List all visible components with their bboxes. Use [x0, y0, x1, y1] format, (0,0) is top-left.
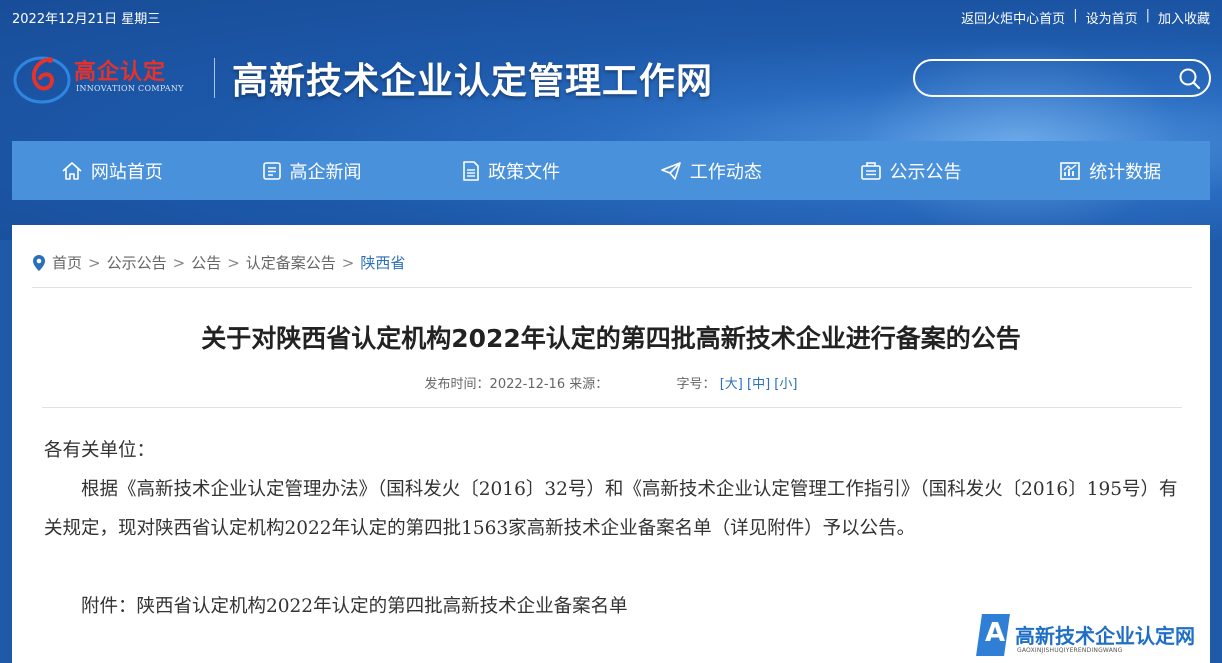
chart-icon [1060, 161, 1080, 180]
nav-work-updates[interactable]: 工作动态 [611, 141, 811, 200]
breadcrumb-separator: > [341, 253, 355, 272]
link-set-homepage[interactable]: 设为首页 [1086, 8, 1138, 27]
watermark-letter: A [985, 618, 1006, 648]
breadcrumb-filing-notice[interactable]: 认定备案公告 [246, 252, 336, 273]
watermark-text: 高新技术企业认定网 [1015, 624, 1195, 648]
top-links: 返回火炬中心首页 | 设为首页 | 加入收藏 [961, 8, 1210, 27]
logo-subtext: INNOVATION COMPANY [76, 84, 184, 93]
separator: | [1073, 8, 1078, 23]
breadcrumb-separator: > [172, 253, 186, 272]
article-body: 各有关单位： 根据《高新技术企业认定管理办法》（国科发火〔2016〕32号）和《… [44, 431, 1184, 626]
publish-label: 发布时间： [424, 377, 490, 392]
search-input[interactable] [931, 67, 1175, 91]
watermark-logo: A 高新技术企业认定网 GAOXINJISHUQIYERENDINGWANG [975, 610, 1220, 662]
body-paragraph: 根据《高新技术企业认定管理办法》（国科发火〔2016〕32号）和《高新技术企业认… [44, 479, 1178, 539]
nav-policy[interactable]: 政策文件 [411, 141, 611, 200]
news-icon [262, 161, 281, 180]
nav-label: 工作动态 [689, 161, 762, 183]
font-size-medium[interactable]: [中] [747, 377, 770, 392]
paper-plane-icon [661, 161, 681, 180]
divider [42, 407, 1182, 408]
publish-date: 2022-12-16 [489, 377, 566, 392]
site-logo[interactable]: 高企认定 INNOVATION COMPANY [12, 50, 212, 106]
breadcrumb-home[interactable]: 首页 [52, 252, 82, 273]
watermark-subtext: GAOXINJISHUQIYERENDINGWANG [1017, 647, 1123, 654]
article-title: 关于对陕西省认定机构2022年认定的第四批高新技术企业进行备案的公告 [201, 324, 1021, 353]
home-icon [62, 161, 82, 180]
font-size-small[interactable]: [小] [774, 377, 797, 392]
current-date: 2022年12月21日 星期三 [12, 12, 161, 27]
source-label: 来源： [569, 377, 609, 392]
site-title: 高新技术企业认定管理工作网 [232, 60, 714, 102]
nav-news[interactable]: 高企新闻 [212, 141, 412, 200]
fontsize-label: 字号： [676, 377, 716, 392]
logo-emblem-icon [13, 56, 71, 104]
top-bar: 2022年12月21日 星期三 返回火炬中心首页 | 设为首页 | 加入收藏 [0, 0, 1222, 32]
document-icon [463, 160, 479, 181]
breadcrumb-announcements[interactable]: 公示公告 [107, 252, 167, 273]
header-banner: 2022年12月21日 星期三 返回火炬中心首页 | 设为首页 | 加入收藏 高… [0, 0, 1222, 240]
nav-label: 网站首页 [90, 161, 163, 183]
nav-home[interactable]: 网站首页 [12, 141, 212, 200]
article-meta: 发布时间：2022-12-16 来源： 字号： [大] [中] [小] [12, 373, 1210, 392]
separator: | [1145, 8, 1150, 23]
announcement-icon [860, 161, 881, 180]
logo-text: 高企认定 [74, 59, 167, 85]
main-nav: 网站首页 高企新闻 政策文件 工作动态 公示公告 统计数据 [12, 141, 1210, 200]
nav-label: 统计数据 [1089, 161, 1162, 183]
search-box [913, 59, 1211, 97]
salutation: 各有关单位： [44, 440, 156, 461]
font-size-large[interactable]: [大] [720, 377, 743, 392]
nav-label: 高企新闻 [289, 161, 362, 183]
search-icon[interactable] [1177, 66, 1203, 92]
breadcrumb: 首页 > 公示公告 > 公告 > 认定备案公告 > 陕西省 [32, 252, 405, 273]
logo-divider [214, 58, 215, 98]
nav-statistics[interactable]: 统计数据 [1010, 141, 1210, 200]
nav-label: 公示公告 [889, 161, 962, 183]
divider [32, 287, 1192, 288]
location-pin-icon [33, 254, 45, 271]
breadcrumb-notice[interactable]: 公告 [191, 252, 221, 273]
article-panel: 首页 > 公示公告 > 公告 > 认定备案公告 > 陕西省 关于对陕西省认定机构… [12, 225, 1210, 663]
breadcrumb-separator: > [88, 253, 101, 272]
breadcrumb-shaanxi[interactable]: 陕西省 [360, 252, 405, 273]
nav-label: 政策文件 [488, 161, 561, 183]
link-torch-home[interactable]: 返回火炬中心首页 [961, 8, 1065, 27]
link-add-favorite[interactable]: 加入收藏 [1158, 8, 1210, 27]
nav-announcements[interactable]: 公示公告 [811, 141, 1011, 200]
breadcrumb-separator: > [227, 253, 240, 272]
